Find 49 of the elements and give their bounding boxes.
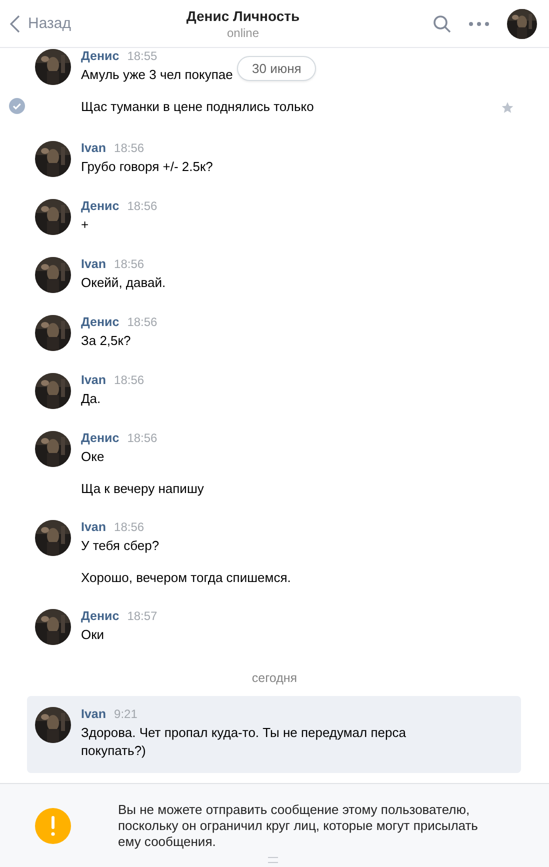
author-name[interactable]: Денис (81, 49, 120, 63)
author-name[interactable]: Денис (81, 609, 120, 623)
author-name[interactable]: Денис (81, 199, 120, 213)
resize-handle[interactable] (268, 857, 278, 863)
notice-text: Вы не можете отправить сообщение этому пользователю, поскольку он ограничил круг лиц, которые могут присылать ему сообщения. (118, 802, 479, 850)
date-divider: сегодня (252, 671, 298, 685)
message-time: 18:56 (114, 373, 144, 387)
message-text: Грубо говоря +/- 2.5к? (81, 158, 213, 176)
chevron-left-icon (10, 14, 20, 32)
message-text: Оки (81, 626, 104, 644)
message-time: 18:56 (114, 520, 144, 534)
author-name[interactable]: Ivan (81, 141, 106, 155)
author-name[interactable]: Ivan (81, 707, 106, 721)
back-button[interactable]: Назад (10, 14, 71, 32)
author-name[interactable]: Денис (81, 315, 120, 329)
message-text: У тебя сбер? (81, 537, 160, 555)
profile-avatar-button[interactable] (507, 8, 537, 38)
message-text: Окейй, давай. (81, 274, 166, 292)
message-time: 9:21 (114, 707, 138, 721)
more-icon (469, 22, 489, 26)
message-time: 18:56 (127, 431, 158, 445)
message-time: 18:56 (114, 141, 144, 155)
message-text: За 2,5к? (81, 332, 131, 350)
message-time: 18:56 (127, 315, 158, 329)
author-name[interactable]: Ivan (81, 257, 106, 271)
message-time: 18:55 (127, 49, 158, 63)
message-text: Щас туманки в цене поднялись только (81, 98, 314, 116)
message-time: 18:56 (127, 199, 158, 213)
author-name[interactable]: Ivan (81, 520, 106, 534)
message-text: + (81, 216, 89, 234)
message-text: Амуль уже 3 чел покупае (81, 66, 233, 84)
message-text: Ща к вечеру напишу (81, 480, 204, 498)
message-text: Здорова. Чет пропал куда-то. Ты не передумал перса покупать?) (81, 724, 407, 760)
search-button[interactable] (433, 14, 451, 32)
search-icon (433, 14, 451, 32)
star-icon[interactable] (501, 101, 514, 114)
message-time: 18:56 (114, 257, 144, 271)
message-time: 18:57 (127, 609, 158, 623)
more-button[interactable] (469, 22, 489, 26)
date-pill: 30 июня (237, 56, 316, 81)
message-text: Да. (81, 390, 101, 408)
author-name[interactable]: Ivan (81, 373, 106, 387)
online-status: online (226, 26, 259, 40)
message-text: Оке (81, 448, 104, 466)
check-icon[interactable] (9, 98, 25, 114)
author-name[interactable]: Денис (81, 431, 120, 445)
warning-icon (35, 808, 71, 844)
chat-title: Денис Личность (186, 8, 300, 24)
message-text: Хорошо, вечером тогда спишемся. (81, 569, 291, 587)
